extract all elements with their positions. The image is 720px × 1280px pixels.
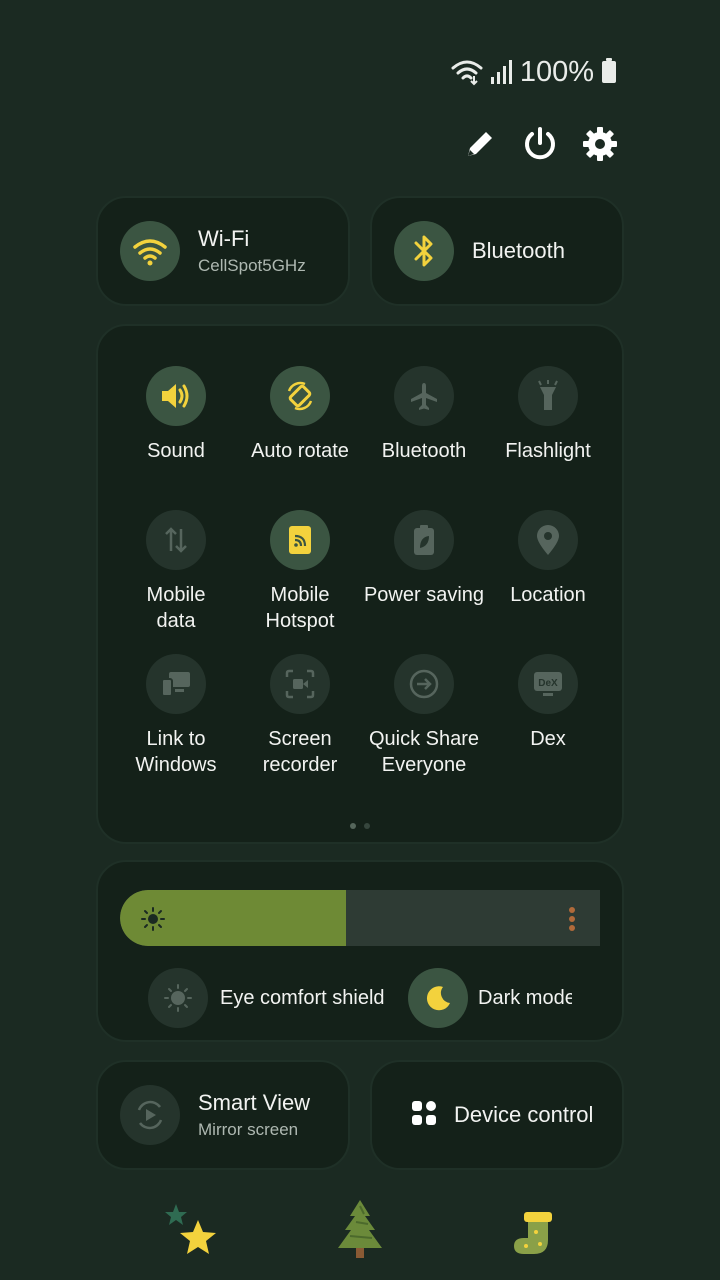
toggle-dex[interactable]: DeX Dex — [486, 654, 610, 752]
battery-icon — [602, 58, 616, 83]
quick-toggles-panel: Sound Auto rotate Bluetooth Flashlight M… — [96, 324, 624, 844]
dark-mode-toggle[interactable]: Dark mode — [408, 968, 572, 1028]
toggle-mobile-hotspot[interactable]: Mobile Hotspot — [238, 510, 362, 634]
status-bar: 100% — [450, 56, 616, 88]
page-indicator — [98, 816, 622, 834]
bluetooth-icon — [394, 221, 454, 281]
smart-view-subtitle: Mirror screen — [198, 1120, 299, 1139]
wifi-icon — [120, 221, 180, 281]
stocking-icon — [506, 1198, 570, 1262]
smart-view-tile[interactable]: Smart View Mirror screen — [96, 1060, 350, 1170]
toggle-label: Screen recorder — [262, 728, 338, 776]
moon-icon — [408, 968, 468, 1028]
dex-icon: DeX — [518, 654, 578, 714]
toggle-flashlight[interactable]: Flashlight — [486, 366, 610, 464]
pencil-icon[interactable] — [458, 122, 502, 166]
toggle-location[interactable]: Location — [486, 510, 610, 608]
flashlight-icon — [518, 366, 578, 426]
smart-view-title: Smart View — [198, 1090, 311, 1115]
toggle-label: Sound — [147, 440, 205, 462]
wifi-network-name: CellSpot5GHz — [198, 256, 306, 275]
toggle-link-to-windows[interactable]: Link to Windows — [114, 654, 238, 778]
link-windows-icon — [146, 654, 206, 714]
toggle-label: Location — [510, 584, 586, 606]
stars-decoration-icon — [158, 1198, 222, 1262]
eye-comfort-toggle[interactable]: Eye comfort shield — [148, 968, 385, 1028]
toggle-quick-share[interactable]: Quick Share Everyone — [362, 654, 486, 778]
rotate-icon — [270, 366, 330, 426]
power-icon[interactable] — [518, 122, 562, 166]
brightness-slider[interactable] — [120, 890, 600, 946]
toggle-label: Dex — [530, 728, 566, 750]
toggle-label: Bluetooth — [381, 440, 467, 462]
toggle-auto-rotate[interactable]: Auto rotate — [238, 366, 362, 464]
battery-percent: 100% — [519, 55, 594, 88]
toggle-label: Mobile data — [146, 584, 206, 632]
toggle-mobile-data[interactable]: Mobile data — [114, 510, 238, 634]
wifi-tile[interactable]: Wi-Fi CellSpot5GHz — [96, 196, 350, 306]
toggle-label: Quick Share Everyone — [368, 728, 480, 776]
cell-signal-icon — [490, 60, 512, 84]
toggle-screen-recorder[interactable]: Screen recorder — [238, 654, 362, 778]
toggle-label: Power saving — [363, 584, 485, 606]
screen-recorder-icon — [270, 654, 330, 714]
airplane-icon — [394, 366, 454, 426]
battery-leaf-icon — [394, 510, 454, 570]
mobile-data-icon — [146, 510, 206, 570]
toggle-label: Mobile Hotspot — [265, 584, 335, 632]
toggle-airplane[interactable]: Bluetooth — [362, 366, 486, 464]
page-dot — [350, 823, 356, 829]
dark-mode-label: Dark mode — [478, 986, 572, 1009]
bluetooth-tile[interactable]: Bluetooth — [370, 196, 624, 306]
device-control-tile[interactable]: Device control — [370, 1060, 624, 1170]
device-control-icon — [410, 1099, 438, 1132]
toggle-label: Auto rotate — [251, 440, 349, 462]
wifi-title: Wi-Fi — [198, 226, 250, 251]
gear-icon[interactable] — [578, 122, 622, 166]
hotspot-icon — [270, 510, 330, 570]
toggle-sound[interactable]: Sound — [114, 366, 238, 464]
wifi-signal-icon — [451, 60, 483, 86]
eye-comfort-label: Eye comfort shield — [220, 986, 385, 1009]
smart-view-icon — [120, 1085, 180, 1145]
toggle-label: Link to Windows — [135, 728, 217, 776]
svg-text:DeX: DeX — [538, 678, 558, 689]
speaker-icon — [146, 366, 206, 426]
quick-share-icon — [394, 654, 454, 714]
page-dot — [364, 823, 370, 829]
sun-icon — [140, 906, 166, 937]
location-pin-icon — [518, 510, 578, 570]
more-options-icon[interactable] — [568, 906, 576, 937]
bluetooth-title: Bluetooth — [472, 238, 565, 263]
christmas-tree-icon — [328, 1198, 392, 1262]
eye-comfort-icon — [148, 968, 208, 1028]
toggle-power-saving[interactable]: Power saving — [362, 510, 486, 608]
device-control-title: Device control — [454, 1102, 594, 1127]
toggle-label: Flashlight — [505, 440, 591, 462]
